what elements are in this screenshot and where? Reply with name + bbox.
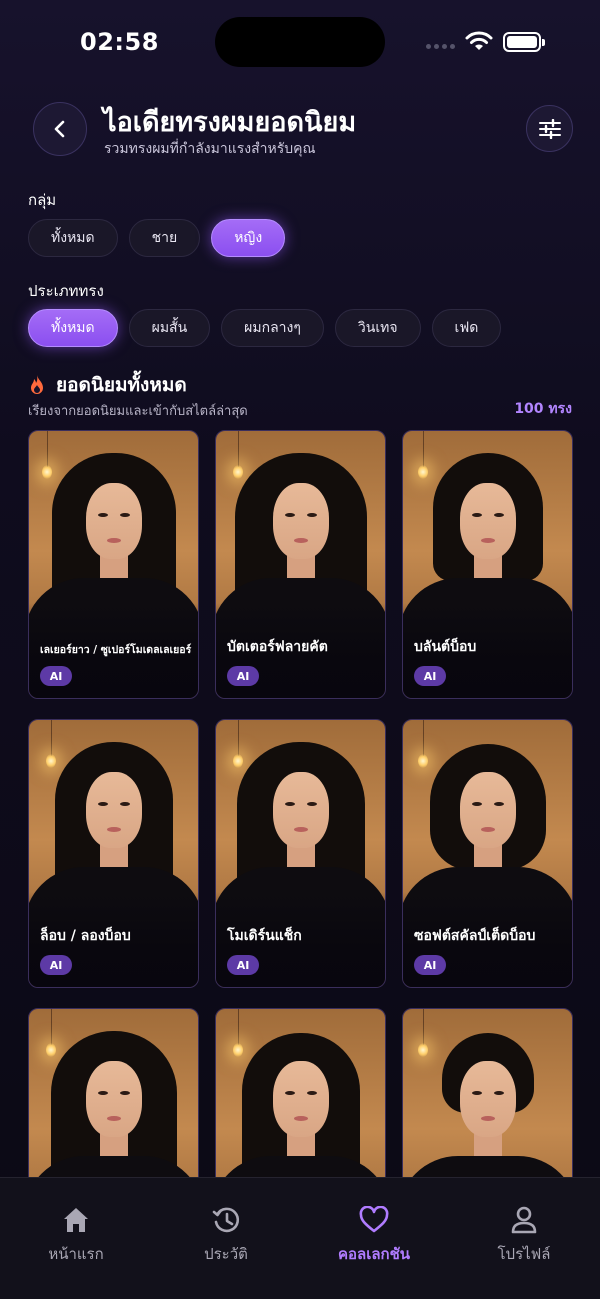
nav-home[interactable]: หน้าแรก	[11, 1206, 141, 1266]
group-chip-all[interactable]: ทั้งหมด	[28, 219, 118, 257]
page-title: ไอเดียทรงผมยอดนิยม	[103, 107, 357, 138]
hairstyle-name: บัตเตอร์ฟลายคัต	[227, 639, 328, 655]
sliders-icon	[538, 118, 561, 139]
bottom-nav: หน้าแรก ประวัติ คอลเลกชัน โปรไฟล์	[0, 1177, 600, 1299]
style-type-chips: ทั้งหมด ผมสั้น ผมกลางๆ วินเทจ เฟด	[28, 309, 502, 347]
hairstyle-photo	[29, 1009, 198, 1178]
nav-profile[interactable]: โปรไฟล์	[459, 1206, 589, 1266]
history-icon	[212, 1207, 240, 1233]
nav-history-label: ประวัติ	[204, 1245, 248, 1263]
popular-header: ยอดนิยมทั้งหมด	[28, 370, 187, 400]
home-icon	[64, 1208, 88, 1232]
hairstyle-card[interactable]: ล็อบ / ลองบ็อบ AI	[28, 719, 199, 988]
flame-icon	[31, 375, 43, 394]
hairstyle-name: บลันต์บ็อบ	[414, 639, 477, 655]
style-chip-medium[interactable]: ผมกลางๆ	[221, 309, 324, 347]
style-chip-fade[interactable]: เฟด	[431, 309, 502, 347]
status-bar: 02:58	[0, 0, 600, 86]
chevron-left-icon	[54, 120, 65, 138]
popular-title: ยอดนิยมทั้งหมด	[56, 374, 187, 396]
ai-badge: AI	[40, 955, 72, 975]
hairstyle-name: ล็อบ / ลองบ็อบ	[40, 928, 131, 944]
nav-home-label: หน้าแรก	[48, 1245, 104, 1263]
hairstyle-grid: เลเยอร์ยาว / ซูเปอร์โมเดลเลเยอร์ AI บัตเ…	[28, 430, 573, 1178]
style-count: 100 ทรง	[514, 401, 572, 417]
group-chip-female[interactable]: หญิง	[211, 219, 286, 257]
hairstyle-name: ซอฟต์สคัลป์เต็ดบ็อบ	[414, 928, 536, 944]
profile-icon	[511, 1206, 537, 1234]
group-chips: ทั้งหมด ชาย หญิง	[28, 219, 286, 257]
hairstyle-card[interactable]: ซอฟต์สคัลป์เต็ดบ็อบ AI	[402, 719, 573, 988]
hairstyle-photo	[216, 1009, 385, 1178]
hairstyle-card[interactable]: เลเยอร์ยาว / ซูเปอร์โมเดลเลเยอร์ AI	[28, 430, 199, 699]
hairstyle-card[interactable]: โมเดิร์นแช็ก AI	[215, 719, 386, 988]
ai-badge: AI	[414, 666, 446, 686]
battery-icon	[503, 32, 545, 52]
nav-history[interactable]: ประวัติ	[161, 1206, 291, 1266]
group-label: กลุ่ม	[28, 191, 57, 209]
hairstyle-card[interactable]: บลันต์บ็อบ AI	[402, 430, 573, 699]
hairstyle-name: เลเยอร์ยาว / ซูเปอร์โมเดลเลเยอร์	[40, 644, 192, 656]
hairstyle-card[interactable]	[28, 1008, 199, 1178]
ai-badge: AI	[414, 955, 446, 975]
filter-button[interactable]	[526, 105, 573, 152]
ai-badge: AI	[40, 666, 72, 686]
hairstyle-card[interactable]	[215, 1008, 386, 1178]
style-chip-short[interactable]: ผมสั้น	[128, 309, 211, 347]
back-button[interactable]	[33, 102, 87, 156]
page-subtitle: รวมทรงผมที่กำลังมาแรงสำหรับคุณ	[104, 141, 316, 157]
heart-icon	[359, 1206, 389, 1233]
signal-icon	[426, 44, 455, 49]
ai-badge: AI	[227, 666, 259, 686]
popular-subtitle: เรียงจากยอดนิยมและเข้ากับสไตล์ล่าสุด	[28, 404, 248, 419]
hairstyle-card[interactable]	[402, 1008, 573, 1178]
ai-badge: AI	[227, 955, 259, 975]
hairstyle-name: โมเดิร์นแช็ก	[227, 928, 302, 944]
dynamic-island	[215, 17, 385, 67]
hairstyle-photo	[403, 1009, 572, 1178]
wifi-icon	[464, 30, 494, 56]
status-time: 02:58	[80, 28, 159, 56]
style-chip-all[interactable]: ทั้งหมด	[28, 309, 118, 347]
nav-collection[interactable]: คอลเลกชัน	[309, 1206, 439, 1266]
style-chip-vintage[interactable]: วินเทจ	[334, 309, 421, 347]
style-type-label: ประเภททรง	[28, 282, 104, 300]
nav-profile-label: โปรไฟล์	[497, 1245, 551, 1263]
group-chip-male[interactable]: ชาย	[128, 219, 201, 257]
hairstyle-card[interactable]: บัตเตอร์ฟลายคัต AI	[215, 430, 386, 699]
nav-collection-label: คอลเลกชัน	[337, 1245, 411, 1263]
